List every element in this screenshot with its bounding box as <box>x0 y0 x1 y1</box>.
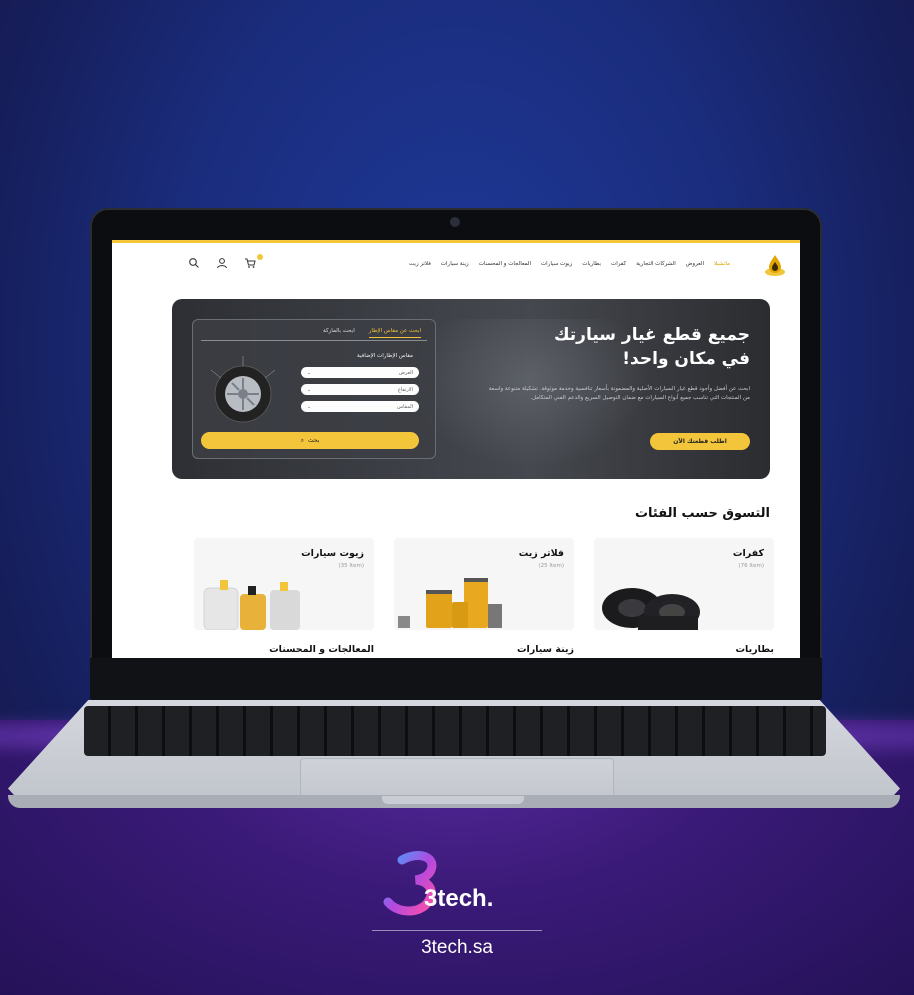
user-icon[interactable] <box>216 257 228 269</box>
categories-title: التسوق حسب الفئات <box>634 506 770 521</box>
category-card[interactable]: كفرات (76 Item) <box>594 538 774 630</box>
category-count: (25 Item) <box>538 563 564 569</box>
size-label: مقاس الإطارات الإضافية <box>357 353 413 359</box>
nav-item[interactable]: زينة سيارات <box>441 261 469 267</box>
hero-banner: جميع قطع غيار سيارتك في مكان واحد! ابحث … <box>172 299 770 479</box>
width-select-label: العرض <box>398 369 413 376</box>
site-header: ماتشيلا العروض الشركات التجارية كفرات بط… <box>112 243 800 289</box>
height-select[interactable]: الارتفاع ⌄ <box>301 384 419 395</box>
cart-button[interactable] <box>244 254 263 269</box>
category-name: زيوت سيارات <box>301 548 364 559</box>
category-name[interactable]: بطاريات <box>735 644 774 655</box>
brand-logo-icon[interactable] <box>764 253 786 277</box>
search-icon[interactable] <box>188 257 200 269</box>
brand-divider <box>372 930 542 931</box>
nav-item[interactable]: زيوت سيارات <box>541 261 572 267</box>
size-select-label: المقاس <box>397 403 413 410</box>
header-icons <box>178 254 263 269</box>
category-card[interactable]: فلاتر زيت (25 Item) <box>394 538 574 630</box>
nav-item[interactable]: المعالجات و المحسنات <box>479 261 531 267</box>
chevron-down-icon: ⌄ <box>307 403 312 410</box>
nav-item[interactable]: الشركات التجارية <box>636 261 676 267</box>
laptop-notch <box>382 796 524 804</box>
tires-image <box>602 588 700 630</box>
keyboard <box>84 706 826 756</box>
laptop-screen: ماتشيلا العروض الشركات التجارية كفرات بط… <box>112 240 800 661</box>
main-nav: ماتشيلا العروض الشركات التجارية كفرات بط… <box>409 261 730 267</box>
chevron-down-icon: ⌄ <box>307 386 312 393</box>
tab-divider <box>201 340 427 341</box>
category-name[interactable]: المعالجات و المحسنات <box>269 644 374 655</box>
tab-brand[interactable]: ابحث بالماركة <box>323 328 355 338</box>
oil-filters-image <box>398 578 502 628</box>
category-card[interactable]: زيوت سيارات (35 Item) <box>194 538 374 630</box>
category-name: فلاتر زيت <box>518 548 564 559</box>
hero-description: ابحث عن أفضل وأجود قطع غيار السيارات الأ… <box>488 386 750 401</box>
3tech-logo: 3tech. <box>383 851 493 916</box>
nav-item[interactable]: ماتشيلا <box>714 261 730 267</box>
search-button[interactable]: ⌕ بحث <box>201 432 419 449</box>
trackpad <box>300 758 614 798</box>
width-select[interactable]: العرض ⌄ <box>301 367 419 378</box>
nav-item[interactable]: العروض <box>686 261 704 267</box>
hero-title: جميع قطع غيار سيارتك في مكان واحد! <box>480 323 750 371</box>
hero-title-line: جميع قطع غيار سيارتك <box>553 325 750 345</box>
search-icon: ⌕ <box>300 436 304 444</box>
brand-url: 3tech.sa <box>421 937 493 958</box>
order-now-button[interactable]: اطلب قطعتك الآن <box>650 433 750 450</box>
height-select-label: الارتفاع <box>397 386 413 393</box>
category-count: (76 Item) <box>738 563 764 569</box>
size-select[interactable]: المقاس ⌄ <box>301 401 419 412</box>
nav-item[interactable]: بطاريات <box>582 261 601 267</box>
search-button-label: بحث <box>307 437 320 444</box>
nav-item[interactable]: كفرات <box>611 261 626 267</box>
category-name: كفرات <box>732 548 764 559</box>
nav-item[interactable]: فلاتر زيت <box>409 261 431 267</box>
tab-tire-size[interactable]: ابحث عن مقاس الإطار <box>368 328 421 338</box>
lid-bezel <box>90 658 822 702</box>
logo-text: 3tech. <box>424 885 493 912</box>
search-tabs: ابحث عن مقاس الإطار ابحث بالماركة <box>323 328 421 338</box>
car-oils-image <box>203 580 300 630</box>
category-name[interactable]: زينة سيارات <box>517 644 574 655</box>
tire-diagram-icon <box>210 356 276 423</box>
category-count: (35 Item) <box>338 563 364 569</box>
chevron-down-icon: ⌄ <box>307 369 312 376</box>
cart-icon <box>245 258 256 268</box>
tire-search-panel: ابحث عن مقاس الإطار ابحث بالماركة مقاس ا… <box>192 319 436 459</box>
laptop-lid: ماتشيلا العروض الشركات التجارية كفرات بط… <box>90 208 822 702</box>
hero-title-line: في مكان واحد! <box>622 349 750 369</box>
camera <box>450 217 460 227</box>
cart-badge <box>257 254 263 260</box>
